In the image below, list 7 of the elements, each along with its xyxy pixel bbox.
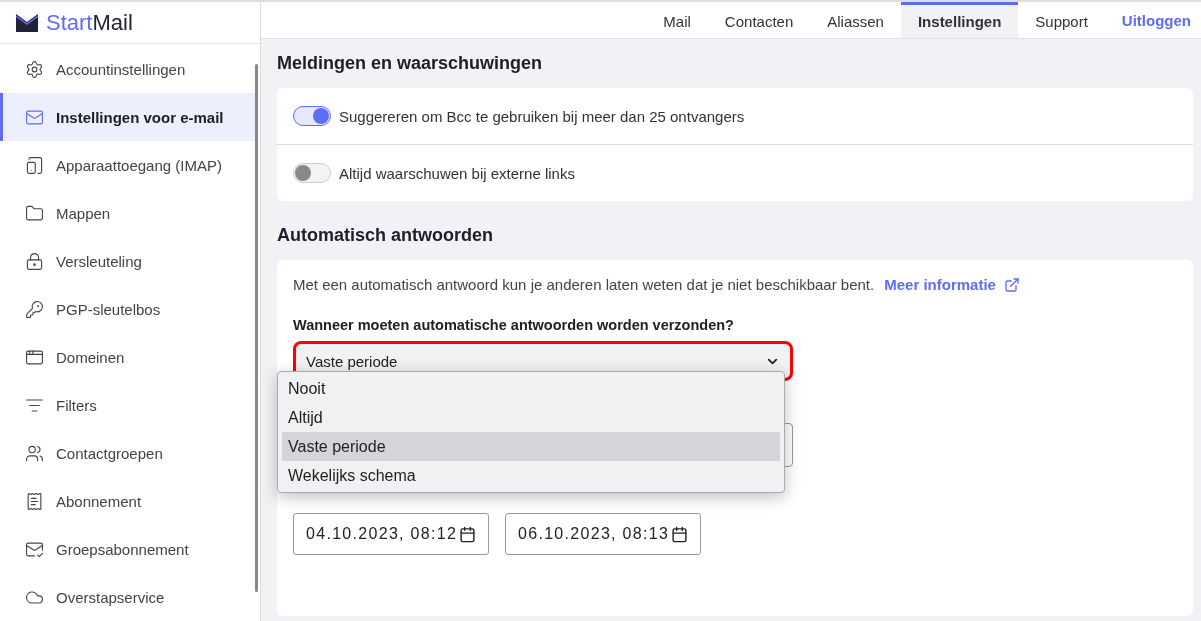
question-label: Wanneer moeten automatische antwoorden worden verzonden? (293, 317, 735, 333)
toggle-label: Suggereren om Bcc te gebruiken bij meer dan 25 ontvangers (339, 107, 745, 125)
section-title: Automatisch antwoorden (277, 225, 494, 246)
logo-text: StartMail (46, 9, 133, 36)
section-title: Meldingen en waarschuwingen (277, 53, 544, 74)
toggle-label: Altijd waarschuwen bij externe links (339, 164, 575, 182)
description-text: Met een automatisch antwoord kun je anderen laten weten dat je niet beschikbaar bent. (293, 276, 875, 293)
